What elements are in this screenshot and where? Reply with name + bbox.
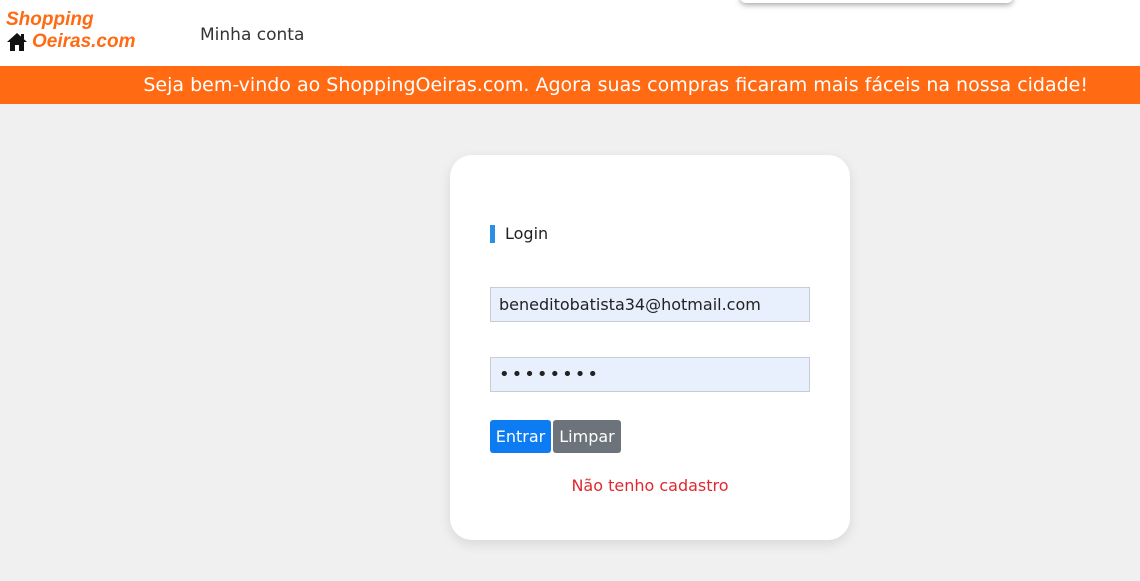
top-navbar: Shopping Oeiras.com Minha conta: [0, 0, 1140, 66]
password-input[interactable]: [490, 357, 810, 392]
my-account-link[interactable]: Minha conta: [200, 24, 304, 46]
login-title-text: Login: [505, 224, 549, 243]
login-button[interactable]: Entrar: [490, 420, 551, 453]
clear-button[interactable]: Limpar: [553, 420, 621, 453]
welcome-banner: Seja bem-vindo ao ShoppingOeiras.com. Ag…: [0, 66, 1140, 104]
login-title: Login: [490, 225, 548, 243]
title-accent-bar: [490, 225, 495, 243]
register-link[interactable]: Não tenho cadastro: [450, 476, 850, 496]
logo-line2: Oeiras.com: [32, 31, 136, 52]
logo-line1: Shopping: [6, 9, 94, 30]
email-input[interactable]: [490, 287, 810, 322]
home-icon: [6, 32, 28, 52]
login-card: Login Entrar Limpar Não tenho cadastro: [450, 155, 850, 540]
logo-line2-row: Oeiras.com: [6, 30, 136, 54]
welcome-banner-text: Seja bem-vindo ao ShoppingOeiras.com. Ag…: [143, 74, 1088, 96]
site-logo[interactable]: Shopping Oeiras.com: [6, 9, 156, 55]
dropdown-panel: [740, 0, 1013, 3]
